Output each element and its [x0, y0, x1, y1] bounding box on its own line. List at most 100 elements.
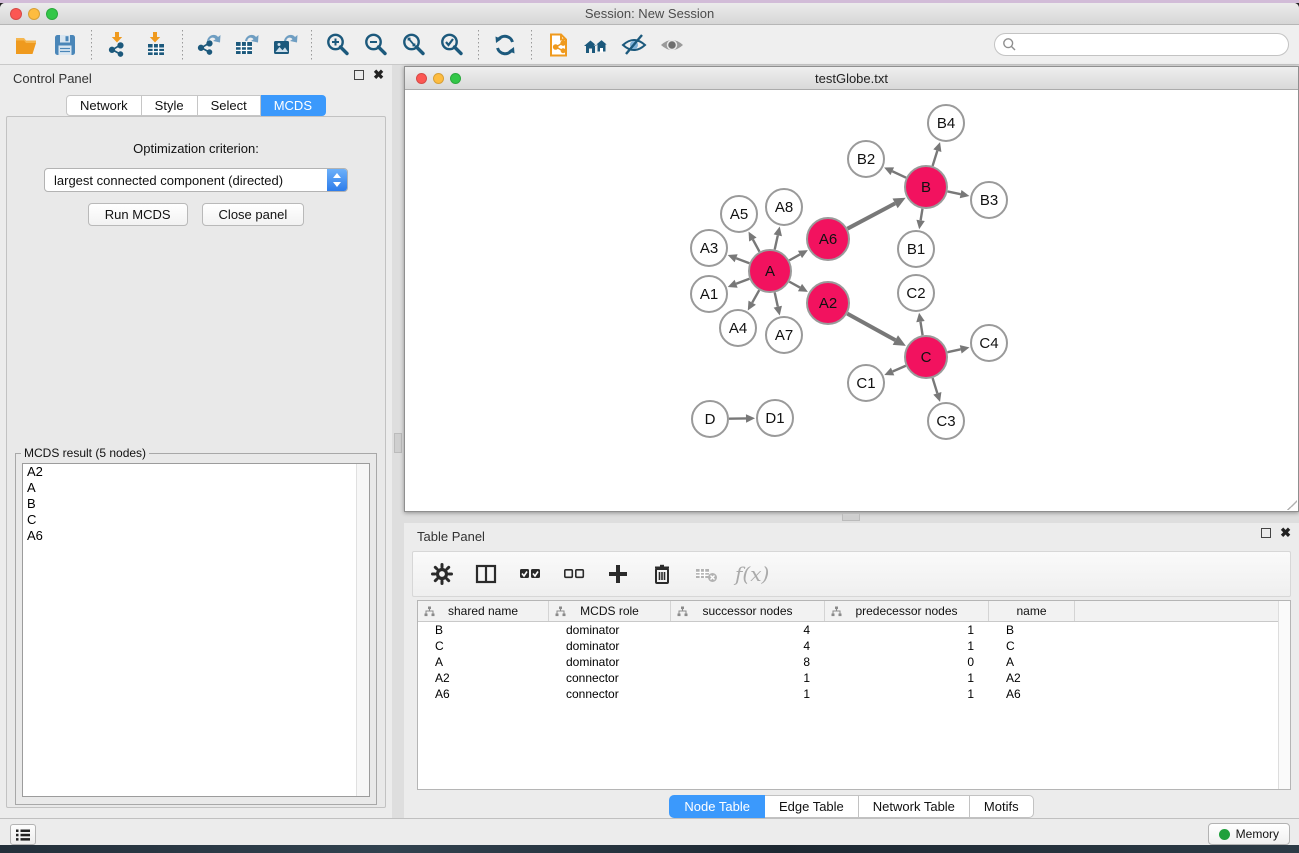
- tab-select[interactable]: Select: [198, 95, 261, 116]
- table-cell[interactable]: 0: [825, 654, 989, 670]
- close-panel-button[interactable]: Close panel: [202, 203, 305, 226]
- zoom-fit-icon[interactable]: [395, 28, 433, 62]
- edge-A-A7[interactable]: [775, 292, 778, 306]
- export-table-icon[interactable]: [228, 28, 266, 62]
- tab-network[interactable]: Network: [66, 95, 142, 116]
- result-list-scrollbar[interactable]: [356, 464, 369, 796]
- refresh-icon[interactable]: [486, 28, 524, 62]
- zoom-selected-icon[interactable]: [433, 28, 471, 62]
- close-table-panel-icon[interactable]: ✖: [1280, 528, 1291, 538]
- column-header-predecessor-nodes[interactable]: predecessor nodes: [825, 601, 989, 621]
- tab-mcds[interactable]: MCDS: [261, 95, 326, 116]
- table-cell[interactable]: 1: [825, 622, 989, 638]
- open-file-icon[interactable]: [8, 28, 46, 62]
- table-cell[interactable]: dominator: [549, 622, 671, 638]
- result-list-item[interactable]: A6: [23, 528, 369, 544]
- import-network-icon[interactable]: [99, 28, 137, 62]
- close-panel-icon[interactable]: ✖: [373, 70, 384, 80]
- table-cell[interactable]: B: [989, 622, 1075, 638]
- column-header-MCDS-role[interactable]: MCDS role: [549, 601, 671, 621]
- run-mcds-button[interactable]: Run MCDS: [88, 203, 188, 226]
- edge-C-C1[interactable]: [893, 366, 906, 372]
- export-image-icon[interactable]: [266, 28, 304, 62]
- table-cell[interactable]: A6: [989, 686, 1075, 702]
- table-cell[interactable]: A: [418, 654, 549, 670]
- optimization-criterion-select[interactable]: largest connected component (directed): [44, 168, 348, 192]
- zoom-in-icon[interactable]: [319, 28, 357, 62]
- table-cell[interactable]: A: [989, 654, 1075, 670]
- result-list-item[interactable]: B: [23, 496, 369, 512]
- float-panel-icon[interactable]: [354, 70, 364, 80]
- new-session-icon[interactable]: [539, 28, 577, 62]
- table-cell[interactable]: connector: [549, 670, 671, 686]
- vertical-splitter-handle[interactable]: [394, 433, 402, 453]
- edge-C-C3[interactable]: [933, 378, 938, 393]
- network-canvas[interactable]: B4B2BB3A8A5A6A3B1AC2A1A2A4A7C4CC1DD1C3: [405, 90, 1298, 511]
- edge-A-A3[interactable]: [736, 258, 749, 263]
- table-row[interactable]: Cdominator41C: [418, 638, 1290, 654]
- delete-columns-icon[interactable]: [647, 559, 677, 589]
- window-resize-grip[interactable]: [1287, 500, 1297, 510]
- table-row[interactable]: Adominator80A: [418, 654, 1290, 670]
- mcds-result-list[interactable]: A2ABCA6: [22, 463, 370, 797]
- tab-edge-table[interactable]: Edge Table: [765, 795, 859, 818]
- table-cell[interactable]: 4: [671, 638, 825, 654]
- edge-C-C2[interactable]: [920, 322, 922, 336]
- column-header-name[interactable]: name: [989, 601, 1075, 621]
- deselect-all-icon[interactable]: [559, 559, 589, 589]
- add-column-icon[interactable]: [603, 559, 633, 589]
- task-history-button[interactable]: [10, 824, 36, 845]
- horizontal-splitter-handle[interactable]: [842, 513, 860, 521]
- edge-A-A5[interactable]: [753, 239, 760, 251]
- table-row[interactable]: A6connector11A6: [418, 686, 1290, 702]
- result-list-item[interactable]: A2: [23, 464, 369, 480]
- float-table-panel-icon[interactable]: [1261, 528, 1271, 538]
- show-graphics-icon[interactable]: [653, 28, 691, 62]
- result-list-item[interactable]: C: [23, 512, 369, 528]
- edge-A-A6[interactable]: [789, 254, 800, 260]
- table-row[interactable]: Bdominator41B: [418, 622, 1290, 638]
- result-list-item[interactable]: A: [23, 480, 369, 496]
- hide-graphics-icon[interactable]: [615, 28, 653, 62]
- column-header-shared-name[interactable]: shared name: [418, 601, 549, 621]
- table-cell[interactable]: 4: [671, 622, 825, 638]
- edge-B-B3[interactable]: [948, 191, 961, 194]
- table-cell[interactable]: 1: [825, 686, 989, 702]
- memory-button[interactable]: Memory: [1208, 823, 1290, 845]
- table-row[interactable]: A2connector11A2: [418, 670, 1290, 686]
- save-session-icon[interactable]: [46, 28, 84, 62]
- tab-node-table[interactable]: Node Table: [669, 795, 765, 818]
- zoom-out-icon[interactable]: [357, 28, 395, 62]
- edge-B-B4[interactable]: [933, 151, 938, 166]
- show-columns-icon[interactable]: [471, 559, 501, 589]
- search-field[interactable]: [994, 33, 1289, 56]
- table-cell[interactable]: dominator: [549, 654, 671, 670]
- edge-A6-B[interactable]: [847, 203, 895, 228]
- tab-style[interactable]: Style: [142, 95, 198, 116]
- table-cell[interactable]: C: [418, 638, 549, 654]
- export-network-icon[interactable]: [190, 28, 228, 62]
- table-cell[interactable]: 1: [825, 638, 989, 654]
- table-scrollbar[interactable]: [1278, 601, 1290, 789]
- edge-A2-C[interactable]: [847, 314, 895, 340]
- edge-A-A4[interactable]: [752, 290, 759, 303]
- tab-network-table[interactable]: Network Table: [859, 795, 970, 818]
- select-all-icon[interactable]: [515, 559, 545, 589]
- table-cell[interactable]: connector: [549, 686, 671, 702]
- table-cell[interactable]: 8: [671, 654, 825, 670]
- edge-A-A1[interactable]: [736, 279, 749, 284]
- import-table-icon[interactable]: [137, 28, 175, 62]
- edge-A-A8[interactable]: [775, 235, 778, 249]
- edge-C-C4[interactable]: [947, 349, 960, 352]
- table-cell[interactable]: C: [989, 638, 1075, 654]
- edge-B-B2[interactable]: [892, 171, 906, 177]
- table-cell[interactable]: A6: [418, 686, 549, 702]
- tab-motifs[interactable]: Motifs: [970, 795, 1034, 818]
- column-header-successor-nodes[interactable]: successor nodes: [671, 601, 825, 621]
- table-cell[interactable]: A2: [418, 670, 549, 686]
- table-cell[interactable]: B: [418, 622, 549, 638]
- table-cell[interactable]: A2: [989, 670, 1075, 686]
- home-icon[interactable]: [577, 28, 615, 62]
- edge-A-A2[interactable]: [789, 282, 800, 288]
- edge-B-B1[interactable]: [921, 209, 923, 221]
